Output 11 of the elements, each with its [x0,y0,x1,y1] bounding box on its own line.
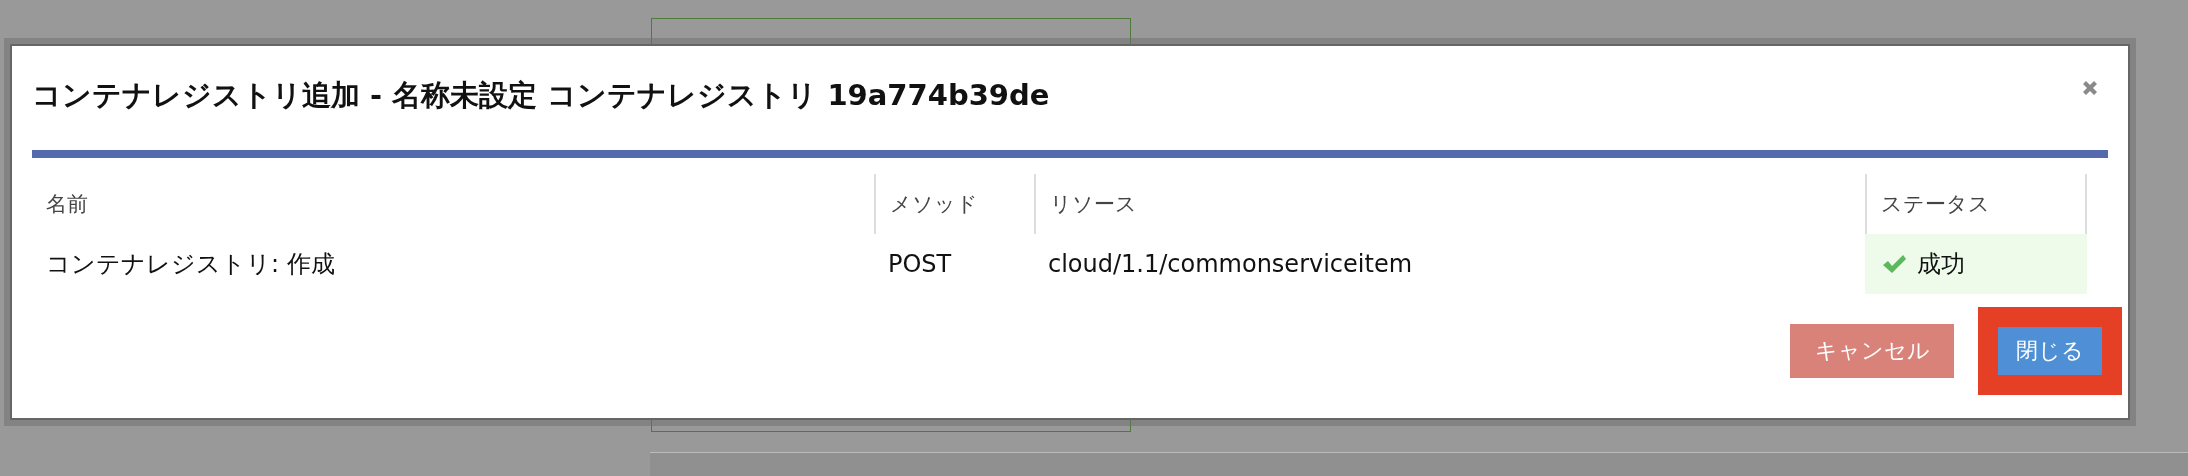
column-header: メソッド [874,174,1034,234]
column-header: リソース [1034,174,1865,234]
table-cell-text: cloud/1.1/commonserviceitem [1047,249,1414,280]
status-text: 成功 [1917,249,1965,280]
dialog-button[interactable]: キャンセル [1790,324,1954,378]
dialog-button[interactable]: 閉じる [1998,327,2102,375]
check-icon [1881,253,1907,275]
table-cell-text: POST [887,249,953,280]
table-cell-text: コンテナレジストリ: 作成 [45,249,336,280]
column-header: 名前 [45,191,89,218]
dialog-title: コンテナレジストリ追加 - 名称未設定 コンテナレジストリ 19a774b39de [32,77,1050,114]
